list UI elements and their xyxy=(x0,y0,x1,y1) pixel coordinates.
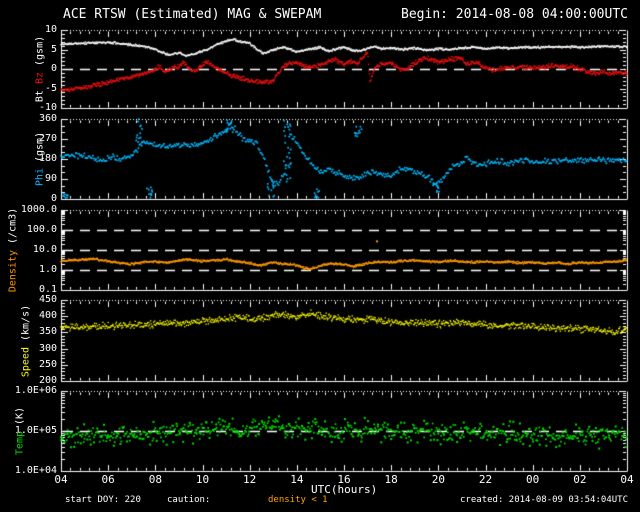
y-tick-label-bt-bz: 5 xyxy=(50,43,57,55)
x-tick-label: 02 xyxy=(573,473,587,486)
y-tick-label-bt-bz: 10 xyxy=(44,24,57,35)
x-tick-label: 18 xyxy=(384,473,398,486)
y-axis-title-part: (gsm) xyxy=(34,131,46,169)
y-tick-label-phi: 360 xyxy=(38,113,57,124)
y-tick-label-bt-bz: 0 xyxy=(50,63,57,74)
y-tick-label-temp: 1.0E+05 xyxy=(14,425,57,436)
x-tick-label: 10 xyxy=(195,473,210,486)
x-tick-label: 14 xyxy=(290,473,304,486)
caution-label: caution: xyxy=(167,495,211,505)
start-doy-label: start DOY: 220 xyxy=(65,495,141,505)
y-axis-title-part: (/cm3) xyxy=(7,207,19,250)
chart-canvas xyxy=(0,0,640,512)
x-tick-label: 04 xyxy=(54,473,68,486)
x-tick-label: 22 xyxy=(478,473,493,486)
y-axis-title-part: Speed xyxy=(20,346,32,377)
caution-value: density < 1 xyxy=(268,495,328,505)
y-tick-label-phi: 270 xyxy=(38,133,57,144)
y-tick-label-bt-bz: -5 xyxy=(44,82,57,94)
y-axis-title-part: Phi xyxy=(34,168,46,187)
x-tick-label: 06 xyxy=(101,473,115,486)
ace-rtsw-plot-page: ACE RTSW (Estimated) MAG & SWEPAM Begin:… xyxy=(0,0,640,512)
y-axis-title-part: Density xyxy=(7,250,19,293)
x-tick-label: 12 xyxy=(243,473,257,486)
y-tick-label-phi: 90 xyxy=(44,173,57,184)
created-timestamp: created: 2014-08-09 03:54:04UTC xyxy=(460,495,628,505)
y-axis-title-part: (K) xyxy=(14,406,26,431)
y-tick-label-temp: 1.0E+06 xyxy=(14,385,57,396)
y-axis-title-part: Temp xyxy=(14,431,26,456)
y-axis-title-part: (km/s) xyxy=(20,304,32,347)
y-axis-title-part: Bz xyxy=(34,72,46,85)
y-tick-label-phi: 180 xyxy=(38,153,57,164)
y-axis-title-part: (gsm) xyxy=(34,35,46,73)
x-tick-label: 08 xyxy=(148,473,162,486)
y-axis-title-part: Bt xyxy=(34,84,46,103)
x-tick-label: 20 xyxy=(431,473,445,486)
x-tick-label: 04 xyxy=(620,473,634,486)
x-tick-label: 00 xyxy=(526,473,540,486)
